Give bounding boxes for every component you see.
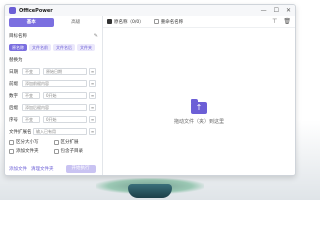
date-settings-button[interactable]: ≡ [89,68,96,75]
settings-panel: 基本 高级 目标名称 ✎ 原名称 文件名前 文件名后 文件夹 替换为 日期 不变… [5,16,103,175]
prefix-label: 前缀 [9,81,18,87]
drop-zone-text: 拖动文件（夹）到这里 [173,119,224,125]
filter-icon[interactable]: ⊤ [272,18,277,25]
close-button[interactable]: ✕ [286,7,291,14]
number-settings-button[interactable]: ≡ [89,92,96,99]
pill-original-name[interactable]: 原名称 [9,44,27,51]
include-subdirs-checkbox[interactable]: 包含子目录 [53,148,99,154]
desktop-background [0,172,300,200]
suffix-input[interactable]: 添加后缀内容 [22,104,87,111]
replace-label: 替换为 [9,57,23,63]
folder-upload-icon: ↑ [191,99,207,114]
sequence-mode-select[interactable]: 不变 [22,116,40,123]
app-title: OfficePower [19,7,53,14]
distinguish-extension-checkbox[interactable]: 区分扩展 [53,139,99,145]
add-folder-checkbox[interactable]: 添加文件夹 [9,148,54,154]
number-mode-select[interactable]: 不变 [22,92,40,99]
section-title: 目标名称 [9,33,27,39]
extension-label: 文件扩展名 [9,129,32,135]
date-mode-select[interactable]: 不变 [22,68,40,75]
pill-after-filename[interactable]: 文件名后 [53,44,75,51]
new-name-column-checkbox[interactable]: 重命名名称 [153,19,183,25]
clear-folder-link[interactable]: 清理文件夹 [31,166,54,172]
maximize-button[interactable]: ☐ [274,7,279,14]
delete-icon[interactable]: 🗑 [283,18,291,25]
date-label: 日期 [9,69,18,75]
case-sensitive-checkbox[interactable]: 区分大小写 [9,139,54,145]
extension-input[interactable]: 输入已有用 [33,128,87,135]
suffix-settings-button[interactable]: ≡ [89,104,96,111]
edit-icon[interactable]: ✎ [94,33,98,39]
mode-tabs: 基本 高级 [9,18,98,27]
prefix-settings-button[interactable]: ≡ [89,80,96,87]
extension-settings-button[interactable]: ≡ [89,128,96,135]
run-button[interactable]: 开始执行 [65,165,96,173]
original-name-column-checkbox[interactable]: 原名称（0/0） [107,19,144,25]
prefix-input[interactable]: 添加前缀内容 [22,80,87,87]
tab-advanced[interactable]: 高级 [54,18,99,27]
pill-before-filename[interactable]: 文件名前 [29,44,51,51]
title-bar: OfficePower — ☐ ✕ [5,5,295,16]
minimize-button[interactable]: — [261,7,267,14]
app-window: OfficePower — ☐ ✕ 基本 高级 目标名称 ✎ 原名称 文件名前 … [4,4,296,176]
tab-basic[interactable]: 基本 [9,18,54,27]
number-start-select[interactable]: 0开始 [43,92,87,99]
app-logo-icon [9,7,16,14]
date-source-select[interactable]: 原始日期 [43,68,87,75]
sequence-settings-button[interactable]: ≡ [89,116,96,123]
number-label: 数字 [9,93,18,99]
drop-zone[interactable]: ↑ 拖动文件（夹）到这里 [103,99,295,125]
monitor-stand [128,184,172,198]
suffix-label: 后缀 [9,105,18,111]
add-files-link[interactable]: 添加文件 [9,166,27,172]
sequence-label: 序号 [9,117,18,123]
file-list-panel: 原名称（0/0） 重命名名称 ⊤ 🗑 ↑ 拖动文件（夹）到这里 [103,16,295,175]
file-list-toolbar: 原名称（0/0） 重命名名称 ⊤ 🗑 [103,16,295,28]
pill-folder[interactable]: 文件夹 [77,44,95,51]
sequence-start-select[interactable]: 0开始 [43,116,87,123]
